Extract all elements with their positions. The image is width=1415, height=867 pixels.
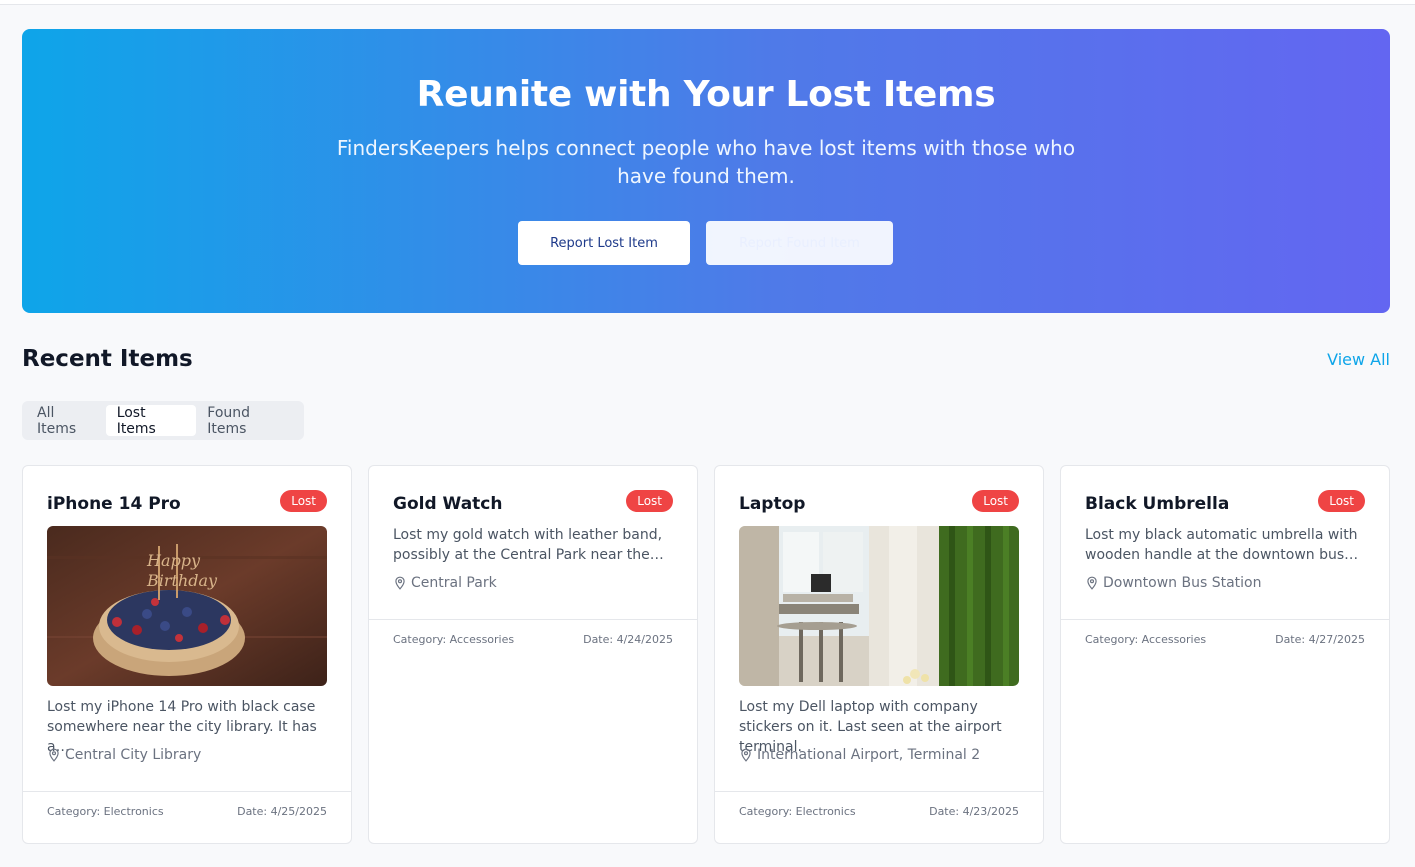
location-text: Central City Library	[65, 747, 202, 763]
svg-text:Birthday: Birthday	[146, 571, 218, 590]
location-pin-icon	[49, 748, 59, 762]
item-date: Date: 4/23/2025	[929, 805, 1019, 818]
view-all-link[interactable]: View All	[1327, 350, 1390, 369]
tab-all-items[interactable]: All Items	[26, 405, 106, 437]
status-badge: Lost	[1318, 490, 1365, 512]
item-description: Lost my black automatic umbrella with wo…	[1085, 527, 1359, 563]
item-title: iPhone 14 Pro	[47, 494, 181, 514]
item-image	[739, 526, 1019, 686]
item-title: Gold Watch	[393, 494, 503, 514]
top-header-edge	[0, 0, 1415, 5]
item-title: Black Umbrella	[1085, 494, 1230, 514]
item-card[interactable]: Laptop Lost Lost my Dell laptop with com…	[714, 465, 1044, 844]
card-divider	[23, 791, 351, 792]
report-found-item-button[interactable]: Report Found Item	[706, 221, 893, 265]
tab-found-items[interactable]: Found Items	[196, 405, 300, 437]
item-image: Happy Birthday	[47, 526, 327, 686]
location-text: Central Park	[411, 575, 497, 591]
item-card[interactable]: iPhone 14 Pro Lost Happy Birthday Lost m…	[22, 465, 352, 844]
svg-text:Happy: Happy	[146, 551, 201, 570]
item-location: Downtown Bus Station	[1085, 575, 1262, 591]
item-date: Date: 4/25/2025	[237, 805, 327, 818]
status-badge: Lost	[626, 490, 673, 512]
item-description: Lost my gold watch with leather band, po…	[393, 527, 664, 563]
location-pin-icon	[395, 576, 405, 590]
location-text: International Airport, Terminal 2	[757, 747, 981, 763]
location-pin-icon	[1087, 576, 1097, 590]
item-filter-tabs: All Items Lost Items Found Items	[22, 401, 304, 440]
item-title: Laptop	[739, 494, 806, 514]
hero-subtitle: FindersKeepers helps connect people who …	[336, 136, 1076, 188]
card-divider	[715, 791, 1043, 792]
card-divider	[369, 619, 697, 620]
item-category: Category: Accessories	[1085, 633, 1207, 646]
item-location: Central Park	[393, 575, 497, 591]
item-category: Category: Electronics	[739, 805, 856, 818]
item-card[interactable]: Black Umbrella Lost Lost my black automa…	[1060, 465, 1390, 844]
card-divider	[1061, 619, 1389, 620]
hero-title: Reunite with Your Lost Items	[416, 74, 996, 115]
location-pin-icon	[741, 748, 751, 762]
item-date: Date: 4/24/2025	[583, 633, 673, 646]
item-category: Category: Electronics	[47, 805, 164, 818]
item-location: International Airport, Terminal 2	[739, 747, 980, 763]
item-location: Central City Library	[47, 747, 201, 763]
status-badge: Lost	[280, 490, 327, 512]
status-badge: Lost	[972, 490, 1019, 512]
recent-items-heading: Recent Items	[22, 346, 193, 372]
location-text: Downtown Bus Station	[1103, 575, 1262, 591]
item-card[interactable]: Gold Watch Lost Lost my gold watch with …	[368, 465, 698, 844]
hero-banner: Reunite with Your Lost Items FindersKeep…	[22, 29, 1390, 313]
item-category: Category: Accessories	[393, 633, 515, 646]
tab-lost-items[interactable]: Lost Items	[105, 405, 197, 437]
item-date: Date: 4/27/2025	[1275, 633, 1365, 646]
report-lost-item-button[interactable]: Report Lost Item	[518, 221, 690, 265]
